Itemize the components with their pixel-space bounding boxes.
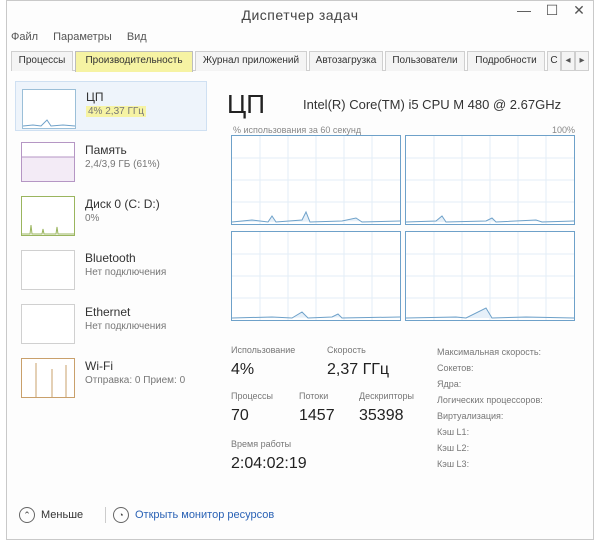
uptime-label: Время работы (231, 439, 292, 449)
close-button[interactable]: ✕ (565, 1, 593, 21)
sidebar-item-wifi[interactable]: Wi-Fi Отправка: 0 Прием: 0 (15, 351, 207, 401)
processes-value: 70 (231, 407, 249, 424)
sidebar-item-label: Диск 0 (C: D:) (85, 197, 160, 211)
open-resource-monitor-link[interactable]: Открыть монитор ресурсов (135, 509, 274, 521)
uptime-value: 2:04:02:19 (231, 455, 307, 472)
sidebar-item-memory[interactable]: Память 2,4/3,9 ГБ (61%) (15, 135, 207, 185)
bluetooth-thumbnail-graph (21, 250, 75, 290)
menu-options[interactable]: Параметры (53, 31, 112, 43)
prop-l1-cache: Кэш L1: (437, 427, 470, 437)
cpu-stats: Использование 4% Скорость 2,37 ГГц Проце… (231, 345, 431, 485)
sidebar-item-ethernet[interactable]: Ethernet Нет подключения (15, 297, 207, 347)
processes-label: Процессы (231, 391, 274, 401)
footer-divider (105, 507, 106, 523)
page-title: ЦП (227, 89, 265, 119)
core-graph (405, 135, 575, 225)
wifi-thumbnail-graph (21, 358, 75, 398)
menu-view[interactable]: Вид (127, 31, 147, 43)
graph-caption: % использования за 60 секунд (233, 125, 362, 135)
sidebar-item-disk[interactable]: Диск 0 (C: D:) 0% (15, 189, 207, 239)
menu-file[interactable]: Файл (11, 31, 38, 43)
utilization-label: Использование (231, 345, 296, 355)
prop-l2-cache: Кэш L2: (437, 443, 470, 453)
fewer-details-button[interactable]: Меньше (41, 509, 83, 521)
prop-cores: Ядра: (437, 379, 462, 389)
utilization-value: 4% (231, 361, 255, 378)
window-title: Диспетчер задач (241, 7, 359, 23)
sidebar-item-bluetooth[interactable]: Bluetooth Нет подключения (15, 243, 207, 293)
minimize-button[interactable]: — (509, 1, 539, 21)
speed-value: 2,37 ГГц (327, 361, 390, 378)
tab-scroll-right-icon[interactable]: ▸ (575, 51, 589, 71)
sidebar-item-value: 4% 2,37 ГГц (86, 106, 147, 117)
disk-thumbnail-graph (21, 196, 75, 236)
threads-label: Потоки (299, 391, 329, 401)
sidebar-item-value: Нет подключения (85, 267, 167, 278)
handles-label: Дескрипторы (359, 391, 414, 401)
prop-sockets: Сокетов: (437, 363, 474, 373)
sidebar-item-label: Wi-Fi (85, 359, 113, 373)
tab-performance[interactable]: Производительность (75, 51, 193, 72)
prop-l3-cache: Кэш L3: (437, 459, 470, 469)
cpu-detail-panel: ЦП Intel(R) Core(TM) i5 CPU M 480 @ 2.67… (219, 77, 589, 497)
task-manager-window: Диспетчер задач — ☐ ✕ Файл Параметры Вид… (6, 0, 594, 540)
cpu-model-name: Intel(R) Core(TM) i5 CPU M 480 @ 2.67GHz (303, 97, 562, 112)
prop-logical-processors: Логических процессоров: (437, 395, 543, 405)
sidebar-item-value: 0% (85, 213, 100, 224)
core-graph (231, 135, 401, 225)
sidebar-item-value: 2,4/3,9 ГБ (61%) (85, 159, 160, 170)
footer-bar: ⌃ Меньше ◔ Открыть монитор ресурсов (19, 507, 579, 527)
sidebar-item-value: Нет подключения (85, 321, 167, 332)
core-graph (231, 231, 401, 321)
resource-sidebar: ЦП 4% 2,37 ГГц Память 2,4/3,9 ГБ (61%) Д… (11, 77, 207, 398)
prop-virtualization: Виртуализация: (437, 411, 504, 421)
tab-users[interactable]: Пользователи (385, 51, 465, 71)
sidebar-item-label: Bluetooth (85, 251, 136, 265)
cpu-core-graphs (231, 135, 577, 323)
tab-startup[interactable]: Автозагрузка (309, 51, 383, 71)
resource-monitor-icon: ◔ (113, 507, 129, 523)
speed-label: Скорость (327, 345, 366, 355)
prop-max-speed: Максимальная скорость: (437, 347, 542, 357)
sidebar-item-value: Отправка: 0 Прием: 0 (85, 375, 186, 386)
sidebar-item-label: Ethernet (85, 305, 131, 319)
chevron-up-icon[interactable]: ⌃ (19, 507, 35, 523)
ethernet-thumbnail-graph (21, 304, 75, 344)
title-bar: Диспетчер задач — ☐ ✕ (7, 1, 593, 29)
cpu-properties: Максимальная скорость: Сокетов: Ядра: Ло… (437, 347, 587, 487)
tab-services[interactable]: С (547, 51, 561, 71)
sidebar-item-label: ЦП (86, 90, 104, 104)
tab-processes[interactable]: Процессы (11, 51, 73, 71)
sidebar-item-cpu[interactable]: ЦП 4% 2,37 ГГц (15, 81, 207, 131)
handles-value: 35398 (359, 407, 404, 424)
tab-details[interactable]: Подробности (467, 51, 545, 71)
tab-strip: Процессы Производительность Журнал прило… (11, 51, 589, 72)
maximize-button[interactable]: ☐ (537, 1, 567, 21)
menu-bar: Файл Параметры Вид (11, 31, 159, 47)
graph-max-label: 100% (551, 125, 575, 135)
tab-app-history[interactable]: Журнал приложений (195, 51, 307, 71)
sidebar-item-label: Память (85, 143, 127, 157)
threads-value: 1457 (299, 407, 335, 424)
memory-thumbnail-graph (21, 142, 75, 182)
cpu-thumbnail-graph (22, 89, 76, 129)
core-graph (405, 231, 575, 321)
tab-scroll-left-icon[interactable]: ◂ (561, 51, 575, 71)
